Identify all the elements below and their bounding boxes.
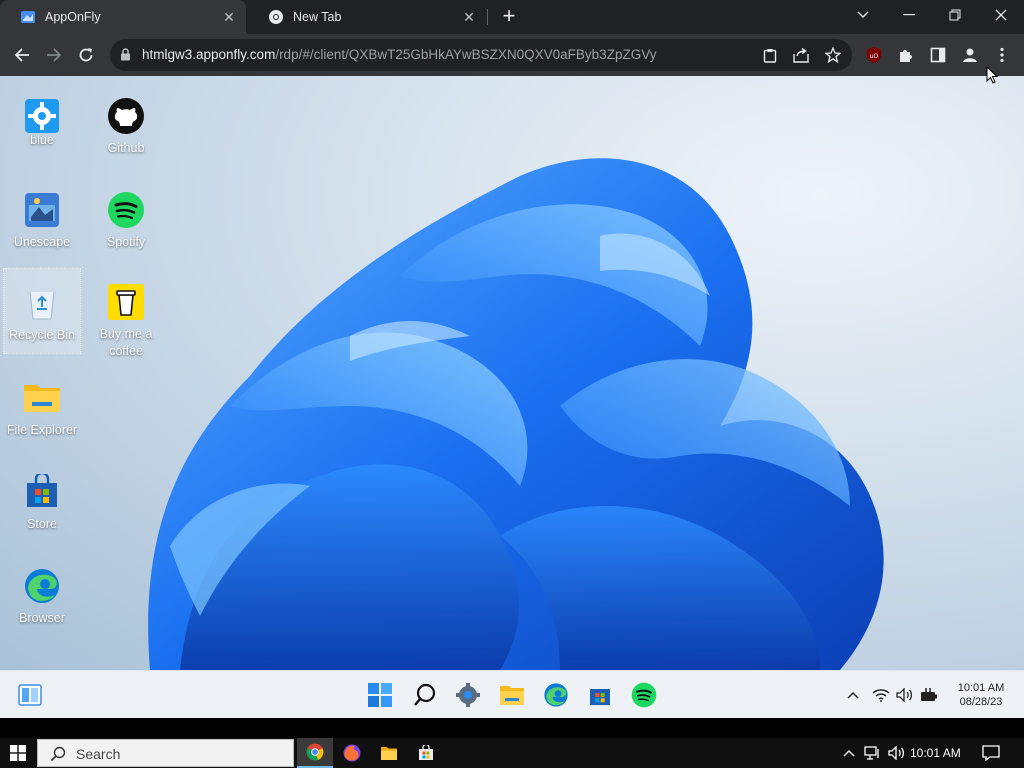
tab-strip: AppOnFly ✕ New Tab ✕ + bbox=[0, 0, 1024, 34]
desktop-icon-label: blue bbox=[30, 133, 54, 147]
search-placeholder: Search bbox=[76, 746, 121, 762]
forward-button[interactable] bbox=[42, 43, 66, 67]
desktop-icon-file-explorer[interactable]: File Explorer bbox=[3, 364, 81, 450]
desktop-icon-buy-me-a-coffee[interactable]: Buy me a coffee bbox=[87, 268, 165, 368]
settings-gear-icon[interactable] bbox=[454, 681, 482, 709]
desktop-icon-store[interactable]: Store bbox=[3, 458, 81, 544]
desktop-icon-github[interactable]: Github bbox=[87, 82, 165, 168]
desktop-icon-label: Github bbox=[107, 141, 145, 155]
tab-new-tab[interactable]: New Tab ✕ bbox=[248, 0, 486, 34]
remote-desktop[interactable]: blue Unescape Recycle Bin File Explorer … bbox=[0, 76, 1024, 670]
url-text: htmlgw3.apponfly.com/rdp/#/client/QXBwT2… bbox=[142, 47, 657, 62]
side-panel-icon[interactable] bbox=[928, 45, 948, 65]
taskbar-search-box[interactable]: Search bbox=[37, 739, 294, 767]
bookmark-star-icon[interactable] bbox=[824, 46, 842, 64]
host-taskbar: Search 10:01 AM bbox=[0, 738, 1024, 768]
minimize-button[interactable] bbox=[886, 0, 932, 30]
folder-icon bbox=[22, 378, 62, 418]
close-window-button[interactable] bbox=[978, 0, 1024, 30]
tab-title: New Tab bbox=[293, 10, 342, 24]
close-tab-icon[interactable]: ✕ bbox=[460, 8, 478, 26]
browser-toolbar: htmlgw3.apponfly.com/rdp/#/client/QXBwT2… bbox=[0, 34, 1024, 76]
remote-time: 10:01 AM bbox=[957, 682, 1005, 694]
svg-text:uO: uO bbox=[870, 53, 879, 60]
windows-start-button[interactable] bbox=[0, 738, 36, 768]
tab-search-chevron-icon[interactable] bbox=[840, 0, 886, 30]
ublock-origin-extension-icon[interactable]: uO bbox=[864, 45, 884, 65]
apponfly-favicon-icon bbox=[20, 9, 36, 25]
desktop-icon-label: Store bbox=[27, 517, 57, 531]
spotify-icon[interactable] bbox=[630, 681, 658, 709]
desktop-icon-label: Unescape bbox=[13, 235, 71, 249]
close-tab-icon[interactable]: ✕ bbox=[220, 8, 238, 26]
edge-browser-icon bbox=[22, 566, 62, 606]
remote-clock[interactable]: 10:01 AM 08/28/23 bbox=[944, 681, 1018, 709]
wifi-icon[interactable] bbox=[872, 686, 890, 704]
chevron-up-icon[interactable] bbox=[840, 744, 858, 762]
desktop-icon-recycle-bin[interactable]: Recycle Bin bbox=[3, 268, 81, 354]
chevron-up-icon[interactable] bbox=[844, 686, 862, 704]
search-icon bbox=[50, 746, 66, 767]
desktop-icon-label: Browser bbox=[19, 611, 65, 625]
volume-icon[interactable] bbox=[888, 744, 906, 762]
volume-icon[interactable] bbox=[896, 686, 914, 704]
widgets-icon[interactable] bbox=[16, 681, 44, 709]
chrome-favicon-icon bbox=[268, 9, 284, 25]
address-bar[interactable]: htmlgw3.apponfly.com/rdp/#/client/QXBwT2… bbox=[110, 39, 852, 71]
desktop-icon-label: Buy me a coffee bbox=[99, 327, 153, 358]
clipboard-icon[interactable] bbox=[761, 46, 779, 64]
new-tab-button[interactable]: + bbox=[498, 5, 520, 28]
desktop-icon-unescape[interactable]: Unescape bbox=[3, 176, 81, 262]
network-icon[interactable] bbox=[864, 744, 882, 762]
coffee-cup-icon bbox=[106, 282, 146, 322]
battery-plug-icon[interactable] bbox=[920, 686, 938, 704]
share-icon[interactable] bbox=[792, 46, 810, 64]
reload-button[interactable] bbox=[74, 43, 98, 67]
microsoft-store-icon bbox=[22, 472, 62, 512]
firefox-taskbar-icon[interactable] bbox=[334, 738, 370, 768]
desktop-icon-browser[interactable]: Browser bbox=[3, 552, 81, 638]
desktop-icon-label: Recycle Bin bbox=[9, 328, 75, 342]
remote-date: 08/28/23 bbox=[959, 696, 1003, 708]
chrome-menu-kebab-icon[interactable] bbox=[992, 45, 1012, 65]
tab-title: AppOnFly bbox=[45, 10, 101, 24]
tab-separator bbox=[487, 9, 488, 25]
chrome-taskbar-icon[interactable] bbox=[297, 738, 333, 768]
extensions-puzzle-icon[interactable] bbox=[896, 45, 916, 65]
back-button[interactable] bbox=[10, 43, 34, 67]
desktop-icon-label: Spotify bbox=[106, 235, 146, 249]
desktop-icon-blue[interactable]: blue bbox=[3, 82, 81, 168]
host-clock[interactable]: 10:01 AM bbox=[910, 746, 961, 760]
github-icon bbox=[106, 96, 146, 136]
notification-center-icon[interactable] bbox=[982, 744, 1000, 762]
recycle-bin-icon bbox=[22, 283, 62, 323]
start-menu-icon[interactable] bbox=[366, 681, 394, 709]
microsoft-store-icon[interactable] bbox=[586, 681, 614, 709]
lock-icon[interactable] bbox=[120, 48, 131, 66]
remote-taskbar: 10:01 AM 08/28/23 bbox=[0, 670, 1024, 718]
file-explorer-icon[interactable] bbox=[498, 681, 526, 709]
remote-viewport-border bbox=[0, 718, 1024, 738]
tab-apponfly[interactable]: AppOnFly ✕ bbox=[0, 0, 246, 34]
profile-avatar-icon[interactable] bbox=[960, 45, 980, 65]
spotify-icon bbox=[106, 190, 146, 230]
edge-browser-icon[interactable] bbox=[542, 681, 570, 709]
restore-button[interactable] bbox=[932, 0, 978, 30]
file-explorer-taskbar-icon[interactable] bbox=[371, 738, 407, 768]
mouse-cursor-icon bbox=[986, 65, 999, 89]
desktop-icon-label: File Explorer bbox=[6, 423, 78, 437]
desktop-icon-spotify[interactable]: Spotify bbox=[87, 176, 165, 262]
store-taskbar-icon[interactable] bbox=[408, 738, 444, 768]
unescape-app-icon bbox=[22, 190, 62, 230]
search-icon[interactable] bbox=[411, 681, 439, 709]
settings-gear-icon bbox=[22, 96, 62, 136]
